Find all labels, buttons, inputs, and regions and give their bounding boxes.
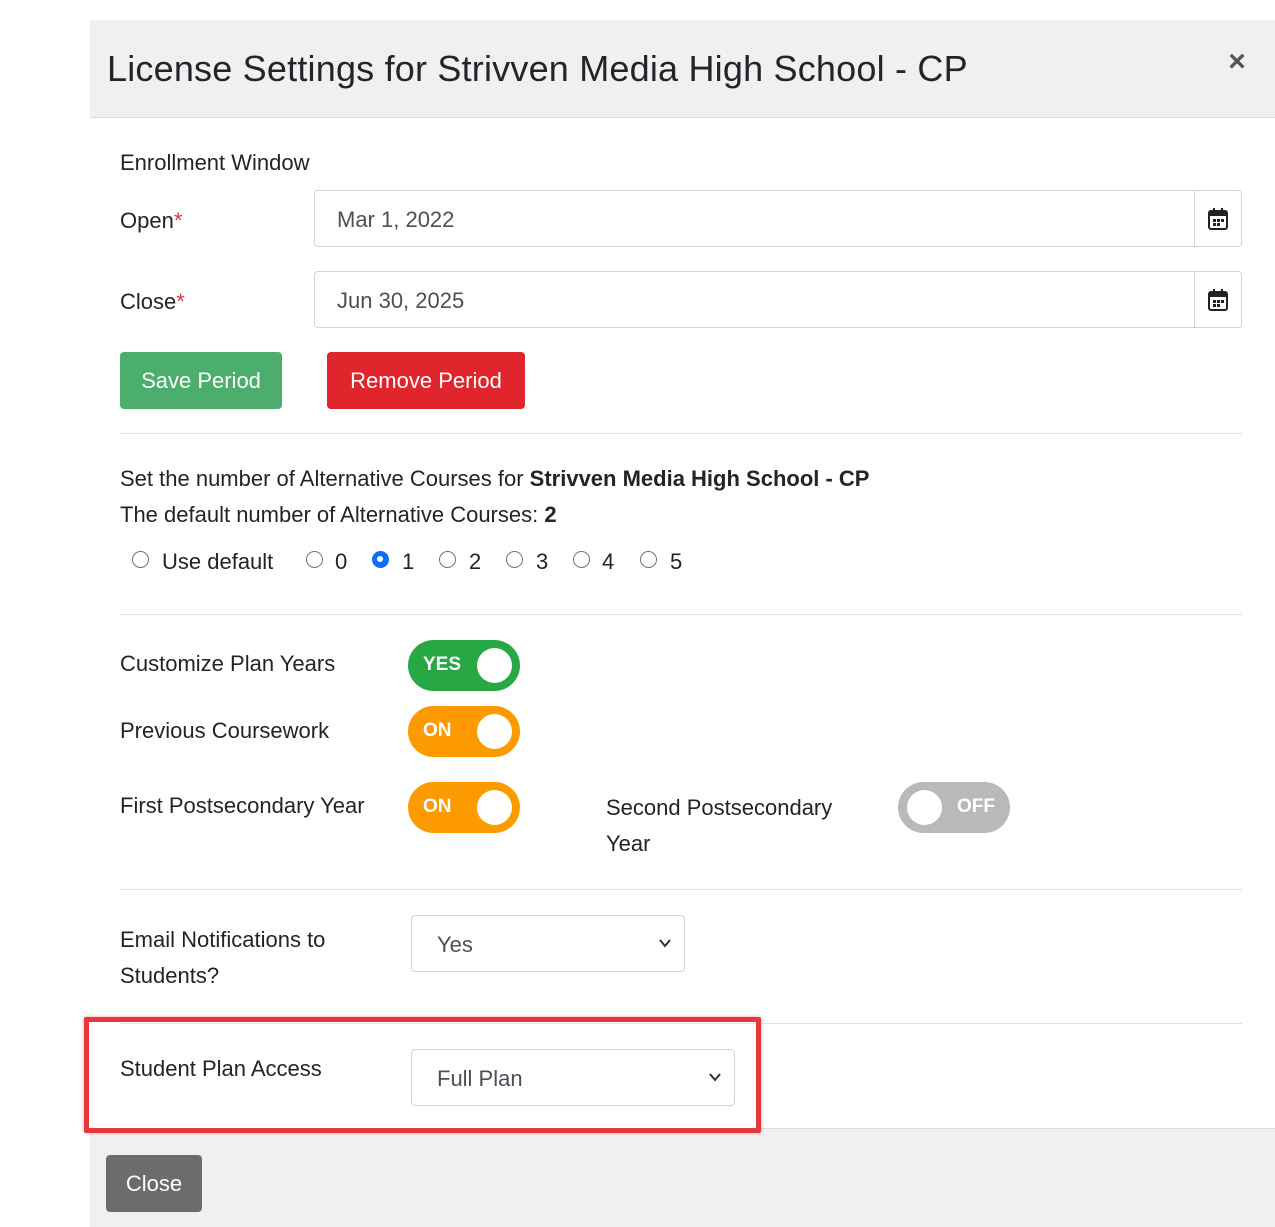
- toggle-state: YES: [423, 654, 462, 675]
- alt-courses-description: Set the number of Alternative Courses fo…: [120, 466, 870, 492]
- customize-plan-years-toggle[interactable]: YES: [408, 640, 520, 691]
- customize-plan-years-label: Customize Plan Years: [120, 651, 336, 676]
- email-notifications-select[interactable]: Yes: [411, 915, 685, 972]
- radio-label-4: 4: [602, 549, 615, 574]
- email-notifications-label-line2: Students?: [120, 963, 220, 988]
- radio-use-default[interactable]: [132, 551, 149, 568]
- close-date-value[interactable]: Jun 30, 2025: [337, 288, 464, 314]
- close-label: Close*: [120, 289, 185, 315]
- radio-label-use-default: Use default: [162, 549, 274, 574]
- chevron-down-icon: [659, 939, 671, 948]
- radio-5[interactable]: [640, 551, 657, 568]
- toggle-knob: [477, 790, 512, 825]
- radio-0[interactable]: [306, 551, 323, 568]
- modal-title: License Settings for Strivven Media High…: [107, 48, 968, 89]
- close-icon[interactable]: ×: [1221, 46, 1253, 78]
- alt-courses-prefix: Set the number of Alternative Courses fo…: [120, 466, 530, 491]
- toggle-state: ON: [423, 720, 452, 741]
- toggle-knob: [477, 648, 512, 683]
- school-name: Strivven Media High School - CP: [529, 466, 870, 491]
- radio-label-5: 5: [670, 549, 683, 574]
- previous-coursework-label: Previous Coursework: [120, 718, 330, 743]
- email-notifications-label-line1: Email Notifications to: [120, 927, 326, 952]
- open-label-text: Open: [120, 208, 174, 233]
- save-period-button[interactable]: Save Period: [120, 352, 282, 409]
- divider: [120, 433, 1242, 434]
- radio-label-2: 2: [469, 549, 482, 574]
- calendar-icon[interactable]: [1194, 272, 1241, 327]
- open-label: Open*: [120, 208, 182, 234]
- radio-2[interactable]: [439, 551, 456, 568]
- required-marker: *: [173, 208, 183, 233]
- alt-courses-default: The default number of Alternative Course…: [120, 502, 557, 528]
- required-marker: *: [176, 289, 185, 314]
- open-date-field[interactable]: Mar 1, 2022: [314, 190, 1242, 247]
- radio-label-0: 0: [335, 549, 348, 574]
- modal-header: License Settings for Strivven Media High…: [90, 20, 1275, 118]
- first-postsecondary-label: First Postsecondary Year: [120, 793, 365, 818]
- radio-label-1: 1: [402, 549, 415, 574]
- toggle-state: ON: [423, 796, 452, 817]
- previous-coursework-toggle[interactable]: ON: [408, 706, 520, 757]
- open-date-value[interactable]: Mar 1, 2022: [337, 207, 454, 233]
- radio-3[interactable]: [506, 551, 523, 568]
- toggle-knob: [477, 714, 512, 749]
- second-postsecondary-toggle[interactable]: OFF: [898, 782, 1010, 833]
- email-notifications-value: Yes: [437, 932, 473, 957]
- toggle-state: OFF: [957, 796, 995, 817]
- alt-courses-default-prefix: The default number of Alternative Course…: [120, 502, 545, 527]
- divider: [120, 889, 1242, 890]
- close-label-text: Close: [120, 289, 177, 314]
- radio-1[interactable]: [372, 551, 389, 568]
- calendar-icon[interactable]: [1194, 191, 1241, 246]
- second-postsecondary-label: Second Postsecondary Year: [606, 790, 832, 862]
- divider: [120, 614, 1242, 615]
- enrollment-window-heading: Enrollment Window: [120, 150, 310, 175]
- default-count: 2: [544, 502, 557, 527]
- radio-4[interactable]: [573, 551, 590, 568]
- second-postsecondary-label-line1: Second Postsecondary: [606, 795, 833, 820]
- modal-footer: Close: [90, 1128, 1275, 1227]
- toggle-knob: [907, 790, 942, 825]
- close-button[interactable]: Close: [106, 1155, 202, 1212]
- remove-period-button[interactable]: Remove Period: [327, 352, 525, 409]
- first-postsecondary-toggle[interactable]: ON: [408, 782, 520, 833]
- highlight-annotation-box: [84, 1017, 761, 1133]
- email-notifications-label: Email Notifications to Students?: [120, 922, 325, 994]
- radio-label-3: 3: [536, 549, 549, 574]
- second-postsecondary-label-line2: Year: [606, 831, 651, 856]
- close-date-field[interactable]: Jun 30, 2025: [314, 271, 1242, 328]
